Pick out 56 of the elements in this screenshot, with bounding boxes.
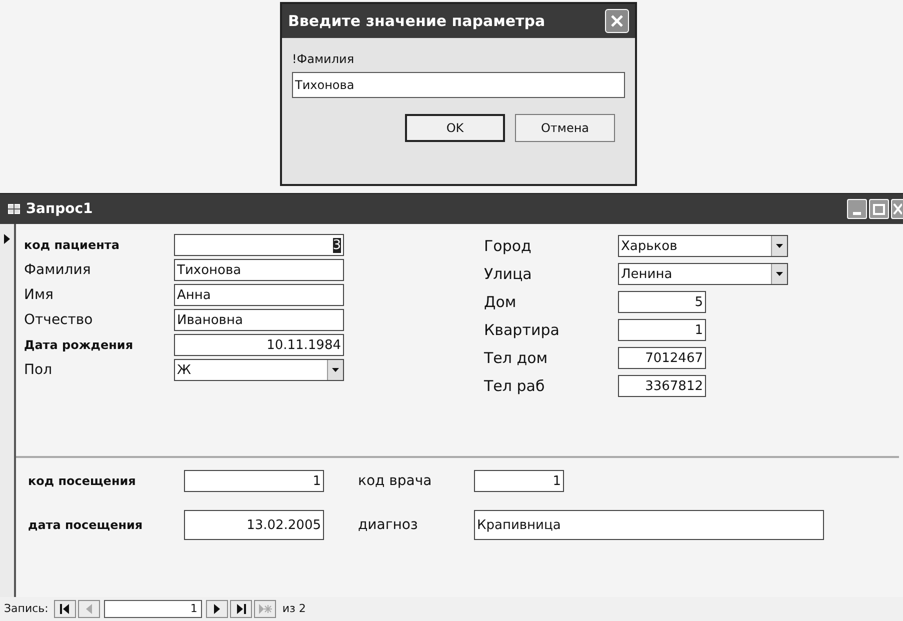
- minimize-icon: [853, 212, 861, 215]
- close-button[interactable]: [891, 199, 903, 219]
- field-label: Улица: [484, 264, 533, 285]
- next-record-button[interactable]: [206, 600, 228, 618]
- field-label: Дом: [484, 292, 518, 313]
- field-label: Тел раб: [484, 376, 546, 397]
- field-label: Отчество: [24, 310, 94, 330]
- dialog-button[interactable]: Отмена: [515, 114, 615, 142]
- maximize-icon: [873, 204, 885, 214]
- dialog-title: Введите значение параметра: [288, 10, 546, 32]
- record-label: Запись:: [4, 600, 48, 617]
- field-label: Фамилия: [24, 260, 92, 280]
- field-label: Тел дом: [484, 348, 549, 369]
- input-field[interactable]: 13.02.2005: [184, 510, 324, 540]
- form-icon: [8, 204, 20, 214]
- field-label: код посещения: [28, 473, 137, 490]
- field-label: Имя: [24, 286, 54, 304]
- input-field[interactable]: Ивановна: [174, 309, 344, 331]
- field-label: Дата рождения: [24, 337, 134, 354]
- close-icon: [892, 202, 902, 216]
- dialog-button[interactable]: OK: [405, 114, 505, 142]
- field-label: Город: [484, 236, 532, 257]
- close-button[interactable]: [605, 9, 629, 33]
- input-field[interactable]: 7012467: [618, 347, 706, 369]
- input-field[interactable]: 1: [184, 470, 324, 492]
- field-label: код врача: [357, 472, 433, 490]
- arrow-bar-icon: [234, 602, 248, 616]
- parameter-input[interactable]: Тихонова: [292, 72, 625, 98]
- minimize-button[interactable]: [847, 199, 867, 219]
- window-title: Запрос1: [26, 200, 93, 218]
- field-label: Квартира: [484, 320, 560, 341]
- record-count: из 2: [282, 600, 306, 617]
- input-field[interactable]: Анна: [174, 284, 344, 306]
- first-record-button[interactable]: [54, 600, 76, 618]
- parameter-label: !Фамилия: [292, 51, 356, 68]
- arrow-star-icon: [258, 602, 272, 616]
- combo-box[interactable]: Харьков: [618, 235, 788, 257]
- input-field[interactable]: 3: [174, 234, 344, 256]
- input-field[interactable]: 10.11.1984: [174, 334, 344, 356]
- combo-box[interactable]: Ленина: [618, 263, 788, 285]
- input-field[interactable]: Тихонова: [174, 259, 344, 281]
- field-label: дата посещения: [28, 517, 144, 534]
- maximize-button[interactable]: [869, 199, 889, 219]
- input-field[interactable]: 5: [618, 291, 706, 313]
- field-label: код пациента: [24, 237, 120, 254]
- field-label: диагноз: [357, 516, 419, 534]
- current-record-icon: [4, 234, 10, 244]
- record-number-field[interactable]: 1: [104, 600, 202, 618]
- field-label: Пол: [24, 360, 54, 380]
- combo-box[interactable]: Ж: [174, 359, 344, 381]
- input-field[interactable]: 1: [474, 470, 564, 492]
- input-field[interactable]: 3367812: [618, 375, 706, 397]
- input-field[interactable]: Крапивница: [474, 510, 824, 540]
- last-record-button[interactable]: [230, 600, 252, 618]
- close-icon: [610, 14, 624, 28]
- input-field[interactable]: 1: [618, 319, 706, 341]
